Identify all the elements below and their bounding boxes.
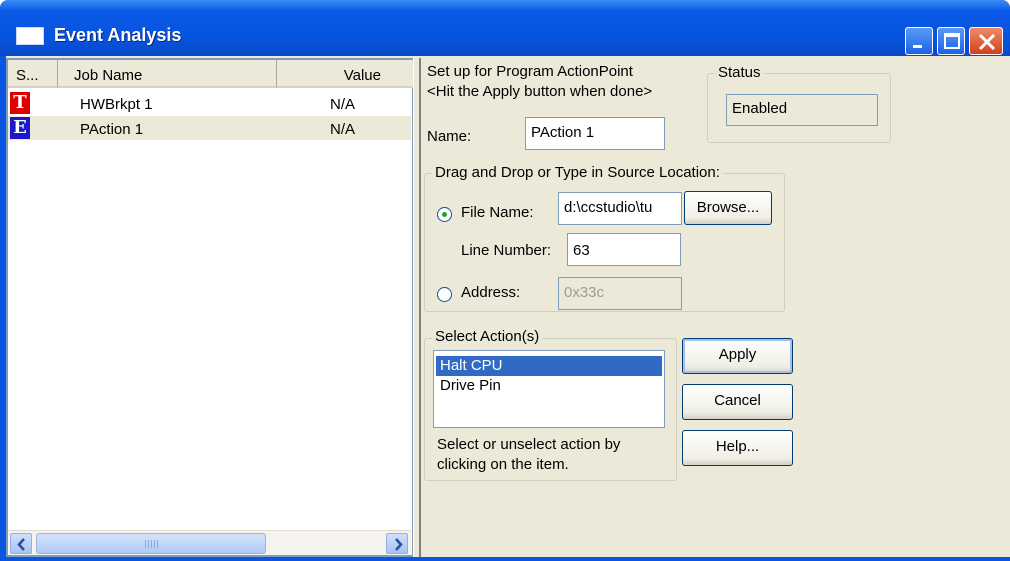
minimize-button[interactable] [905, 27, 933, 55]
scroll-grip [145, 540, 159, 548]
column-header-job-name[interactable]: Job Name [58, 60, 277, 88]
column-header-status[interactable]: S... [8, 60, 58, 88]
name-label: Name: [427, 128, 472, 145]
scroll-thumb[interactable] [36, 533, 266, 554]
status-field: Enabled [726, 94, 878, 126]
file-name-label: File Name: [461, 204, 534, 221]
scroll-right-button[interactable] [386, 533, 408, 554]
horizontal-scrollbar[interactable] [8, 530, 411, 555]
browse-button[interactable]: Browse... [684, 191, 772, 225]
enabled-status-icon: E [10, 117, 30, 139]
job-value-cell: N/A [330, 96, 356, 113]
line-number-input[interactable]: 63 [567, 233, 681, 266]
line-number-label: Line Number: [461, 242, 552, 259]
action-item-drive-pin[interactable]: Drive Pin [436, 376, 662, 396]
window-title: Event Analysis [54, 25, 182, 45]
address-input: 0x33c [558, 277, 682, 310]
actions-hint-line1: Select or unselect action by [437, 436, 621, 453]
actions-hint-line2: clicking on the item. [437, 456, 569, 473]
radio-selected-dot [442, 212, 447, 217]
select-actions-label: Select Action(s) [432, 328, 543, 345]
file-name-input[interactable]: d:\ccstudio\tu [558, 192, 682, 225]
chevron-right-icon [395, 538, 403, 551]
status-group-label: Status [715, 64, 764, 81]
source-location-label: Drag and Drop or Type in Source Location… [432, 164, 723, 181]
column-header-value[interactable]: Value [277, 60, 417, 88]
window-icon [16, 27, 44, 45]
actions-listbox[interactable]: Halt CPU Drive Pin [433, 350, 665, 428]
job-row-hwbrkpt[interactable]: T HWBrkpt 1 N/A [8, 91, 411, 115]
name-input[interactable]: PAction 1 [525, 117, 665, 150]
trigger-status-icon: T [10, 92, 30, 114]
minimize-icon [913, 45, 922, 48]
maximize-button[interactable] [937, 27, 965, 55]
address-radio[interactable] [437, 287, 452, 302]
job-list[interactable]: S... Job Name Value T HWBrkpt 1 N/A E PA… [6, 58, 417, 557]
apply-button[interactable]: Apply [682, 338, 793, 374]
job-name-cell: PAction 1 [80, 121, 144, 138]
chevron-left-icon [17, 538, 25, 551]
scroll-left-button[interactable] [10, 533, 32, 554]
action-item-halt-cpu[interactable]: Halt CPU [436, 356, 662, 376]
job-row-paction[interactable]: E PAction 1 N/A [8, 116, 411, 140]
maximize-icon [944, 33, 960, 49]
title-bar[interactable]: Event Analysis [0, 0, 1010, 56]
close-icon [978, 33, 996, 51]
file-name-radio[interactable] [437, 207, 452, 222]
close-button[interactable] [969, 27, 1003, 55]
setup-instructions: <Hit the Apply button when done> [427, 83, 653, 100]
cancel-button[interactable]: Cancel [682, 384, 793, 420]
job-value-cell: N/A [330, 121, 356, 138]
setup-title: Set up for Program ActionPoint [427, 63, 633, 80]
help-button[interactable]: Help... [682, 430, 793, 466]
job-name-cell: HWBrkpt 1 [80, 96, 153, 113]
pane-splitter[interactable] [413, 58, 421, 557]
address-label: Address: [461, 284, 521, 301]
